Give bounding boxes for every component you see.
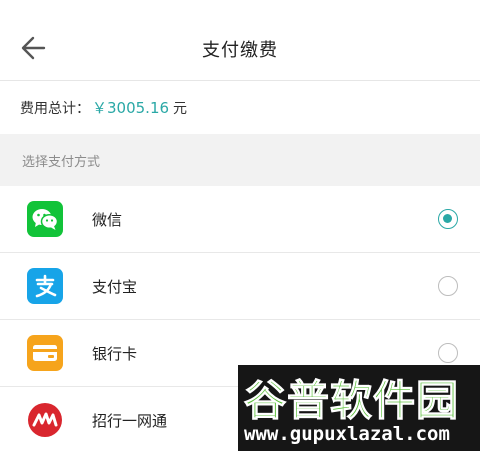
section-title: 选择支付方式 (22, 154, 101, 170)
alipay-icon (27, 268, 63, 304)
total-amount: ￥3005.16 (92, 99, 170, 117)
method-label: 招行一网通 (92, 411, 168, 430)
bank-card-icon (27, 335, 63, 371)
total-unit: 元 (173, 100, 188, 117)
payment-method-wechat[interactable]: 微信 (0, 186, 480, 253)
wechat-icon (27, 201, 63, 237)
watermark-overlay: 谷普软件园 www.gupuxlazal.com (238, 365, 480, 451)
radio-unselected[interactable] (438, 276, 458, 296)
payment-method-section-header: 选择支付方式 (0, 134, 480, 186)
radio-unselected[interactable] (438, 343, 458, 363)
total-label: 费用总计： (20, 100, 90, 117)
watermark-url: www.gupuxlazal.com (244, 423, 450, 445)
radio-selected[interactable] (438, 209, 458, 229)
page-title: 支付缴费 (202, 40, 278, 61)
app-header: 支付缴费 (0, 0, 480, 81)
cmb-icon (27, 402, 63, 438)
total-cost-row: 费用总计： ￥3005.16 元 (0, 81, 480, 134)
method-label: 微信 (92, 210, 123, 229)
watermark-name: 谷普软件园 (243, 376, 460, 426)
payment-method-alipay[interactable]: 支付宝 (0, 253, 480, 320)
method-label: 银行卡 (92, 344, 138, 363)
method-label: 支付宝 (92, 277, 138, 296)
